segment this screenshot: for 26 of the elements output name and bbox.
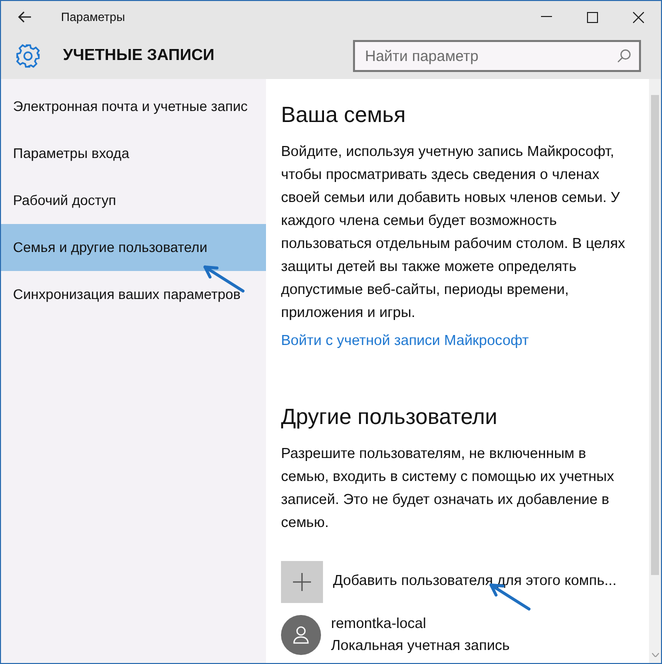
sidebar-item[interactable]: Синхронизация ваших параметров (1, 271, 266, 318)
sidebar-item[interactable]: Параметры входа (1, 130, 266, 177)
search-icon (617, 49, 631, 63)
other-users-description: Разрешите пользователям, не включенным в семью, входить в систему с помощью их учетных записей. Это не будет означать их добавление в семью. (281, 444, 616, 533)
sidebar-item[interactable]: Электронная почта и учетные запис (1, 83, 266, 130)
back-arrow-icon (18, 11, 32, 23)
search-field[interactable]: Найти параметр (353, 40, 641, 72)
plus-icon (293, 572, 311, 591)
scroll-down-icon (652, 653, 658, 657)
family-description: Войдите, используя учетную запись Майкрософт, чтобы просматривать здесь сведения о членах своей семьи или добавить новых членов семьи. У каждого члена семьи будет возможность пользоваться отдельным рабочим столом. В целях защиты детей вы также можете определять допустимые веб-сайты, периоды времени, приложения и игры. (281, 143, 626, 323)
minimize-icon (540, 16, 552, 18)
window-title: Параметры (61, 9, 125, 26)
account-type: Локальная учетная запись (331, 636, 510, 656)
section-heading: Ваша семья (281, 101, 407, 129)
maximize-icon (586, 12, 598, 22)
person-icon (293, 626, 309, 644)
sidebar-item[interactable]: Рабочий доступ (1, 177, 266, 224)
scrollbar[interactable] (649, 79, 661, 663)
close-icon (632, 12, 644, 22)
sidebar-item[interactable]: Семья и другие пользователи (1, 224, 266, 271)
settings-icon (15, 43, 41, 69)
section-title: УЧЕТНЫЕ ЗАПИСИ (63, 46, 214, 66)
user-name: remontka-local (331, 614, 428, 634)
section-heading: Другие пользователи (281, 402, 498, 431)
sign-in-link[interactable]: Войти с учетной записи Майкрософт (281, 331, 627, 353)
annotation-arrow (201, 263, 245, 293)
